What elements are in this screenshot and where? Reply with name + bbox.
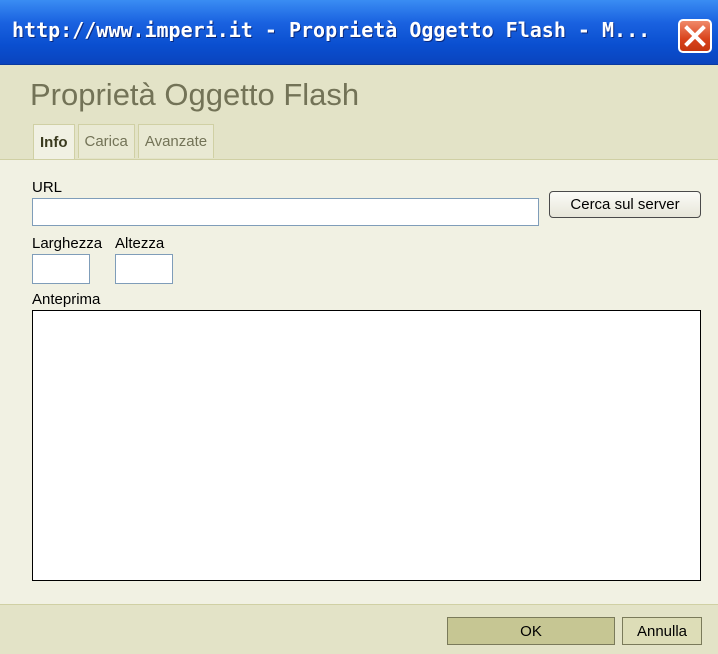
close-x-icon [684,25,706,47]
tab-avanzate[interactable]: Avanzate [137,124,215,158]
tab-info[interactable]: Info [33,124,75,159]
ok-button[interactable]: OK [447,617,615,645]
tab-bar: Info Carica Avanzate [33,124,217,159]
width-label: Larghezza [32,235,103,252]
close-button[interactable] [678,19,712,53]
width-input[interactable] [32,254,90,284]
height-label: Altezza [115,235,165,252]
height-input[interactable] [115,254,173,284]
preview-area [32,310,701,581]
cancel-button[interactable]: Annulla [622,617,702,645]
url-label: URL [32,179,63,196]
browse-server-button[interactable]: Cerca sul server [549,191,701,218]
url-input[interactable] [32,198,539,226]
window-titlebar[interactable]: http://www.imperi.it - Proprietà Oggetto… [0,0,718,65]
preview-label: Anteprima [32,291,101,308]
dialog-title: Proprietà Oggetto Flash [30,77,360,112]
window-title: http://www.imperi.it - Proprietà Oggetto… [12,18,651,42]
tab-carica[interactable]: Carica [77,124,135,158]
